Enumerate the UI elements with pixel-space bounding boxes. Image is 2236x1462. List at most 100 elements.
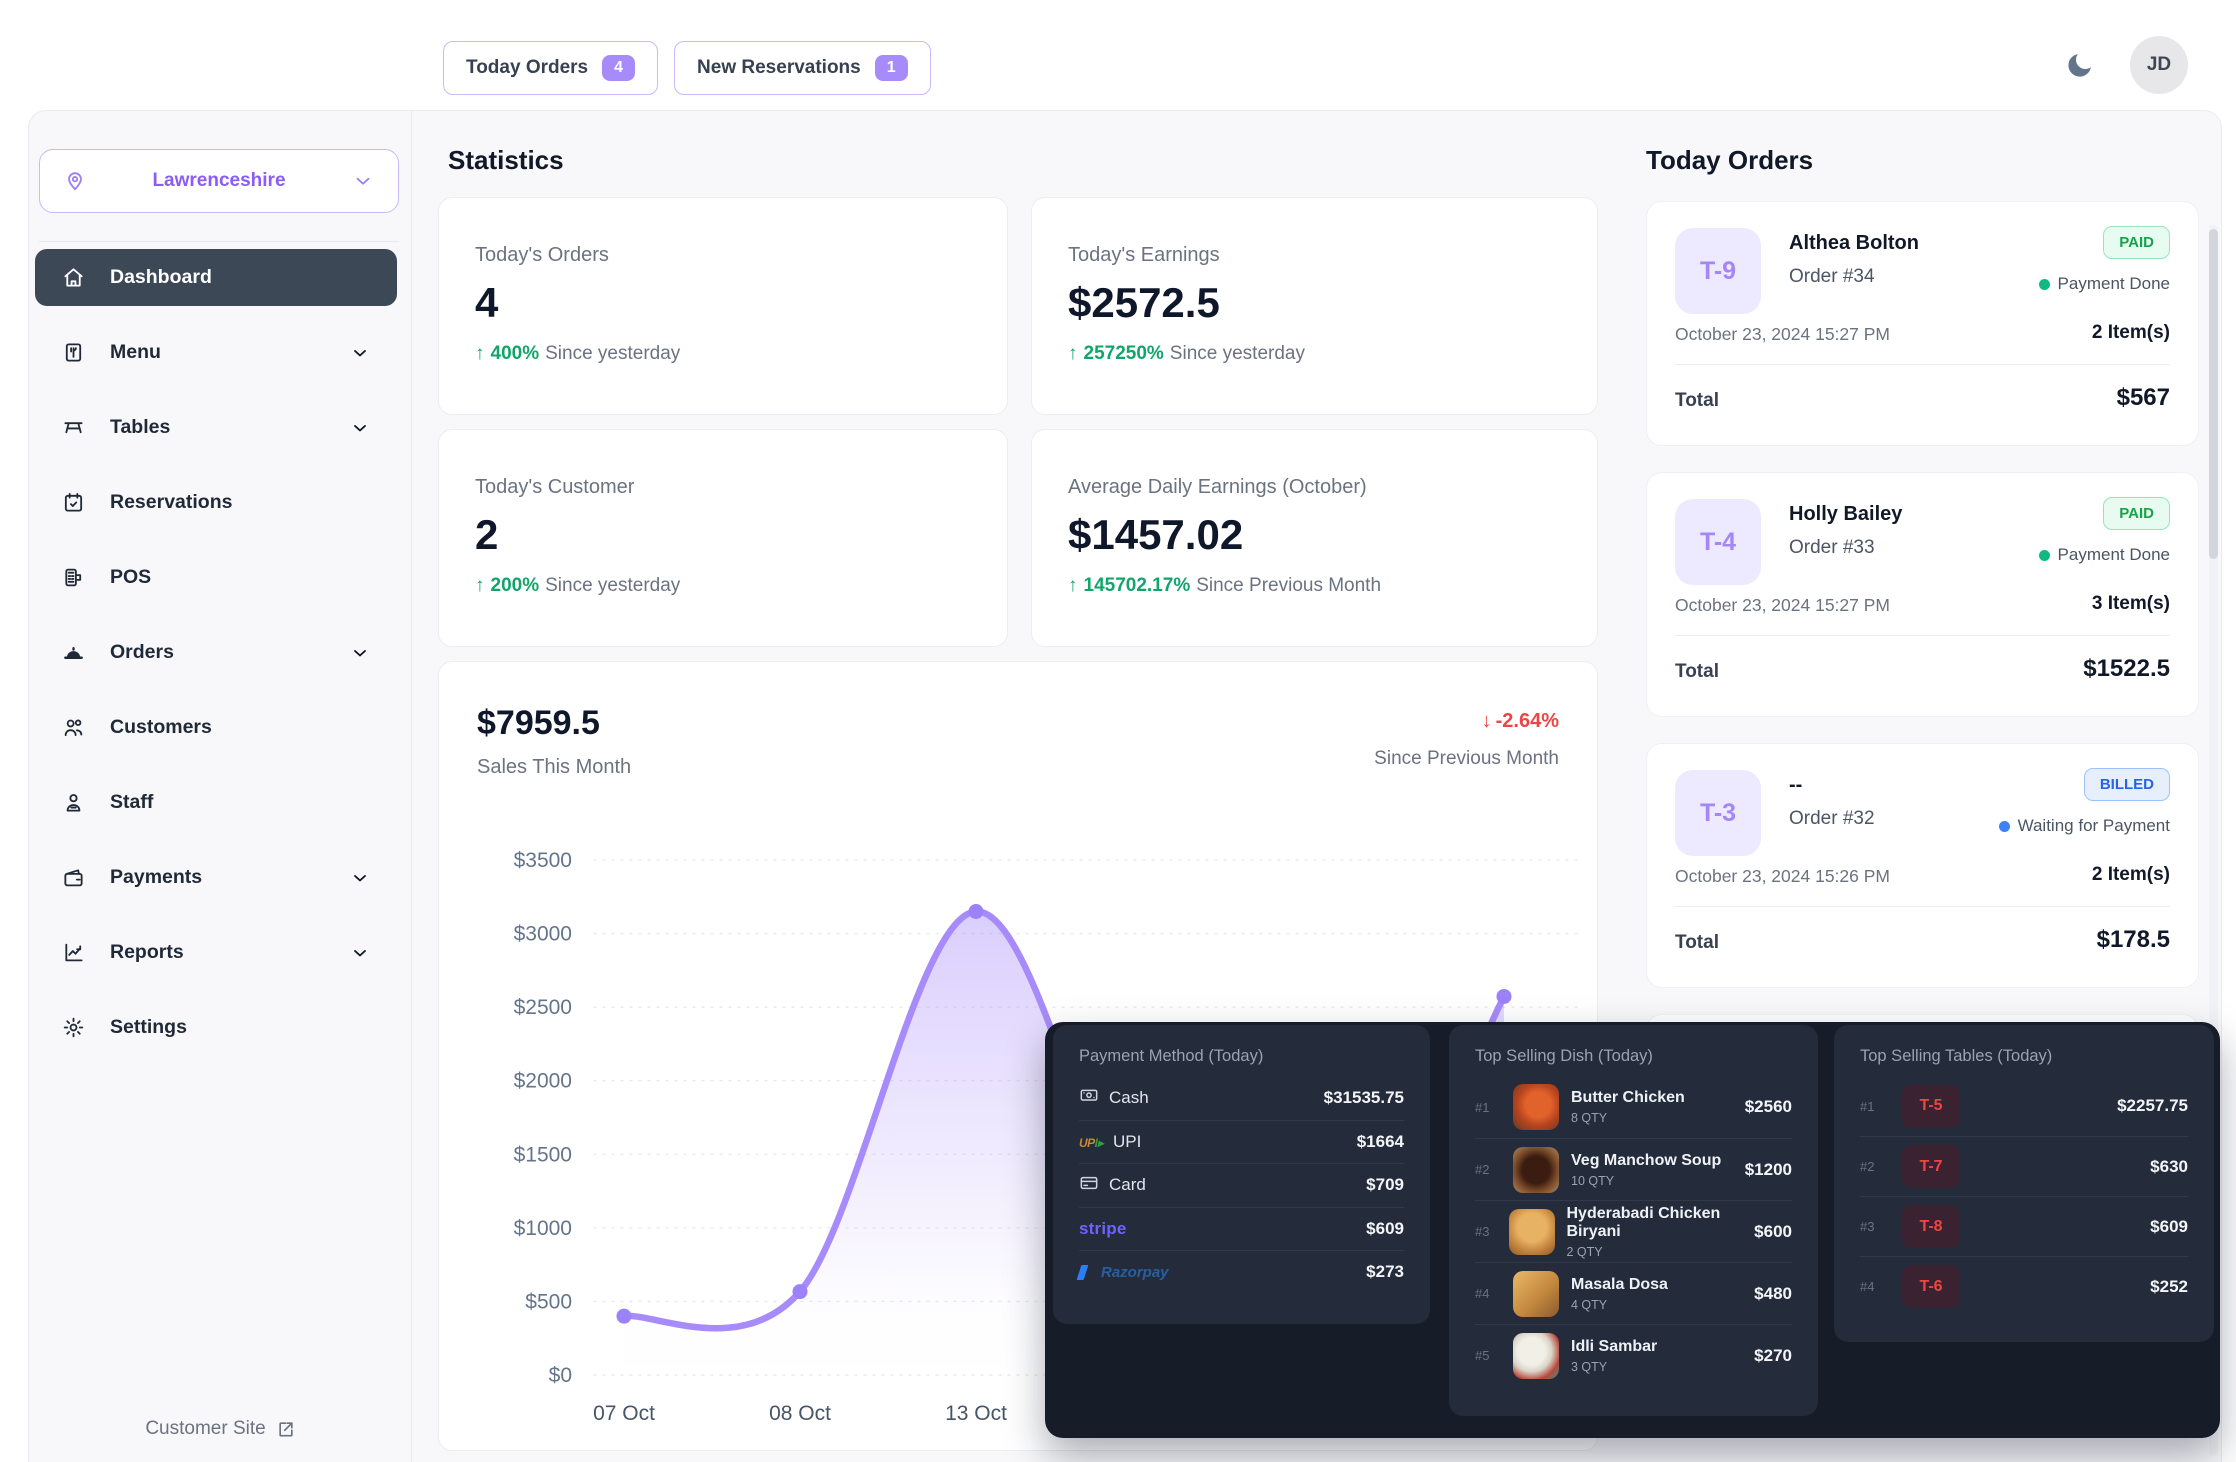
stat-delta-period: Since yesterday xyxy=(1170,343,1305,365)
order-total-value: $178.5 xyxy=(2097,926,2170,954)
order-items-count: 2 Item(s) xyxy=(2092,864,2170,886)
staff-icon xyxy=(62,791,85,814)
dish-rank: #2 xyxy=(1475,1162,1501,1177)
sidebar-item-pos[interactable]: POS xyxy=(35,549,397,606)
stat-card: Average Daily Earnings (October) $1457.0… xyxy=(1031,429,1598,647)
topbar: Today Orders 4 New Reservations 1 JD xyxy=(0,0,2236,110)
sidebar-item-payments[interactable]: Payments xyxy=(35,849,397,906)
payments-icon xyxy=(62,866,85,889)
razorpay-logo xyxy=(1077,1265,1089,1280)
top-dish-row: #5 Idli Sambar 3 QTY $270 xyxy=(1475,1324,1792,1386)
reservations-icon xyxy=(62,491,85,514)
sidebar-item-label: Reservations xyxy=(110,491,232,514)
stat-card: Today's Customer 2 ↑ 200% Since yesterda… xyxy=(438,429,1008,647)
top-table-row: #3 T-8 $609 xyxy=(1860,1196,2188,1256)
svg-text:07 Oct: 07 Oct xyxy=(593,1402,655,1425)
stat-delta-value: 200% xyxy=(491,575,540,597)
sidebar-item-customers[interactable]: Customers xyxy=(35,699,397,756)
sidebar-item-label: Menu xyxy=(110,341,161,364)
statistics-heading: Statistics xyxy=(448,145,564,176)
topbar-buttons: Today Orders 4 New Reservations 1 xyxy=(443,41,931,95)
order-total-label: Total xyxy=(1675,661,1719,683)
dish-quantity: 4 QTY xyxy=(1571,1298,1668,1312)
sales-change: ↓ -2.64% xyxy=(1482,710,1559,733)
sidebar-item-settings[interactable]: Settings xyxy=(35,999,397,1056)
payment-method-amount: $709 xyxy=(1366,1175,1404,1195)
stat-label: Average Daily Earnings (October) xyxy=(1068,476,1561,499)
upi-logo: UPI▸ xyxy=(1079,1136,1103,1150)
tables-icon xyxy=(62,416,85,439)
stat-value: 4 xyxy=(475,279,971,327)
statistics-grid: Today's Orders 4 ↑ 400% Since yesterday … xyxy=(438,197,1598,647)
stat-delta-period: Since Previous Month xyxy=(1196,575,1381,597)
stat-delta-value: 400% xyxy=(491,343,540,365)
today-orders-count-badge: 4 xyxy=(602,55,635,81)
top-table-row: #1 T-5 $2257.75 xyxy=(1860,1076,2188,1136)
today-orders-heading: Today Orders xyxy=(1646,145,1813,176)
top-table-row: #4 T-6 $252 xyxy=(1860,1256,2188,1316)
order-status-note: Payment Done xyxy=(2058,545,2170,565)
dish-rank: #1 xyxy=(1475,1100,1501,1115)
location-selector-label: Lawrenceshire xyxy=(86,170,352,192)
order-card[interactable]: T-9 Althea Bolton Order #34 PAID Payment… xyxy=(1646,201,2199,446)
dish-amount: $2560 xyxy=(1745,1097,1792,1117)
dish-quantity: 10 QTY xyxy=(1571,1174,1721,1188)
arrow-up-icon: ↑ xyxy=(475,343,485,365)
location-selector[interactable]: Lawrenceshire xyxy=(39,149,399,213)
dish-amount: $1200 xyxy=(1745,1160,1792,1180)
payment-method-amount: $31535.75 xyxy=(1324,1088,1404,1108)
sidebar-item-label: Customers xyxy=(110,716,212,739)
chevron-down-icon xyxy=(352,170,374,192)
order-card[interactable]: T-3 -- Order #32 BILLED Waiting for Paym… xyxy=(1646,743,2199,988)
customer-site-link[interactable]: Customer Site xyxy=(29,1418,412,1440)
order-customer-name: Althea Bolton xyxy=(1789,232,1919,255)
table-chip: T-6 xyxy=(1902,1265,1960,1308)
dark-mode-toggle-moon-icon[interactable] xyxy=(2064,49,2096,81)
stat-card: Today's Orders 4 ↑ 400% Since yesterday xyxy=(438,197,1008,415)
sidebar-item-label: POS xyxy=(110,566,151,589)
today-orders-button[interactable]: Today Orders 4 xyxy=(443,41,658,95)
sidebar-item-staff[interactable]: Staff xyxy=(35,774,397,831)
customer-site-label: Customer Site xyxy=(145,1418,265,1440)
sidebar-item-menu[interactable]: Menu xyxy=(35,324,397,381)
scrollbar-thumb[interactable] xyxy=(2209,229,2218,559)
sidebar-item-tables[interactable]: Tables xyxy=(35,399,397,456)
top-dishes-rows: #1 Butter Chicken 8 QTY $2560 #2 Veg Man… xyxy=(1475,1076,1792,1386)
top-dishes-title: Top Selling Dish (Today) xyxy=(1475,1047,1792,1066)
home-icon xyxy=(62,266,85,289)
pos-icon xyxy=(62,566,85,589)
payment-method-name: Card xyxy=(1109,1175,1146,1195)
chevron-down-icon xyxy=(350,943,370,963)
dish-quantity: 3 QTY xyxy=(1571,1360,1657,1374)
dish-quantity: 2 QTY xyxy=(1567,1245,1743,1259)
menu-icon xyxy=(62,341,85,364)
order-status-badge: BILLED xyxy=(2084,768,2170,801)
sidebar-item-orders[interactable]: Orders xyxy=(35,624,397,681)
svg-text:08 Oct: 08 Oct xyxy=(769,1402,831,1425)
top-table-row: #2 T-7 $630 xyxy=(1860,1136,2188,1196)
sidebar-item-reservations[interactable]: Reservations xyxy=(35,474,397,531)
order-card[interactable]: T-4 Holly Bailey Order #33 PAID Payment … xyxy=(1646,472,2199,717)
today-orders-list: T-9 Althea Bolton Order #34 PAID Payment… xyxy=(1646,201,2199,1048)
sidebar-item-label: Staff xyxy=(110,791,153,814)
sidebar-item-reports[interactable]: Reports xyxy=(35,924,397,981)
sidebar-item-label: Tables xyxy=(110,416,170,439)
table-rank: #4 xyxy=(1860,1279,1886,1294)
table-rank: #2 xyxy=(1860,1159,1886,1174)
chevron-down-icon xyxy=(350,868,370,888)
order-total-value: $567 xyxy=(2117,384,2170,412)
user-avatar[interactable]: JD xyxy=(2130,36,2188,94)
dish-photo xyxy=(1509,1209,1555,1255)
new-reservations-button[interactable]: New Reservations 1 xyxy=(674,41,931,95)
sidebar-item-label: Dashboard xyxy=(110,266,212,289)
payment-method-title: Payment Method (Today) xyxy=(1079,1047,1404,1066)
sales-total: $7959.5 xyxy=(477,704,600,743)
stat-value: $1457.02 xyxy=(1068,511,1561,559)
topbar-right: JD xyxy=(2064,36,2188,94)
table-amount: $630 xyxy=(2150,1157,2188,1177)
sidebar-item-dashboard[interactable]: Dashboard xyxy=(35,249,397,306)
order-status-badge: PAID xyxy=(2103,497,2170,530)
reports-icon xyxy=(62,941,85,964)
payment-method-panel: Payment Method (Today) Cash $31535.75 UP… xyxy=(1053,1025,1430,1324)
location-pin-icon xyxy=(64,170,86,192)
